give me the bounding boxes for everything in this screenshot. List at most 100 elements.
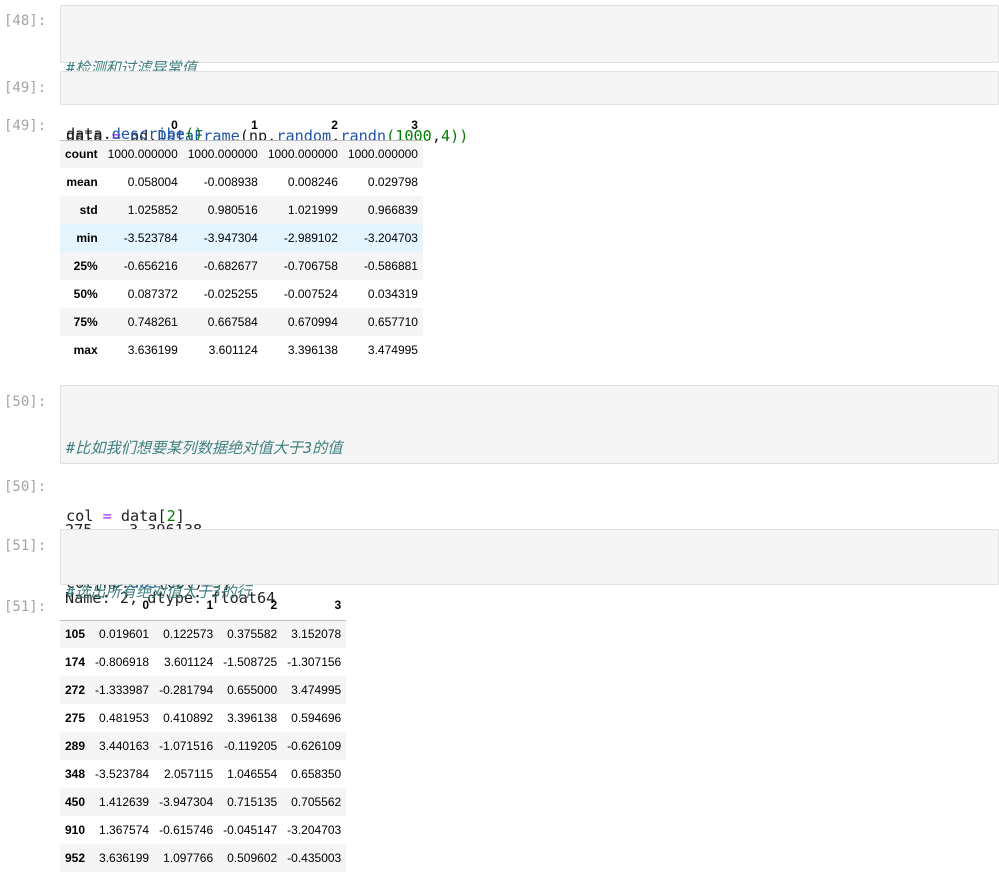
table-cell: -0.682677	[203, 259, 258, 273]
table-cell: -1.071516	[159, 739, 214, 753]
row-index-label: max	[73, 343, 98, 357]
row-index-label: 910	[65, 823, 86, 837]
table-cell: -0.281794	[159, 683, 214, 697]
table-row: 952 3.636199 1.097766 0.509602 -0.435003	[60, 844, 347, 872]
table-cell: -0.656216	[123, 259, 178, 273]
column-header: 1	[182, 110, 263, 141]
table-header-row: 0123	[60, 110, 423, 141]
row-index-label: mean	[66, 175, 98, 189]
table-cell: -0.045147	[223, 823, 278, 837]
table-cell: 1.025852	[127, 203, 178, 217]
row-index-label: 275	[65, 711, 86, 725]
table-cell: 1000.000000	[347, 147, 418, 162]
column-header: 2	[218, 590, 283, 621]
table-cell: -0.435003	[287, 851, 342, 865]
table-cell: 0.667584	[207, 315, 258, 329]
column-header: 0	[102, 110, 183, 141]
table-cell: 3.601124	[163, 655, 214, 669]
table-row: 450 1.412639 -3.947304 0.715135 0.705562	[60, 788, 347, 816]
table-cell: 2.057115	[163, 767, 214, 781]
table-cell: -3.947304	[203, 231, 258, 245]
table-cell: -0.806918	[95, 655, 150, 669]
column-header: 3	[342, 110, 423, 141]
row-index-label: 174	[65, 655, 86, 669]
table-cell: 3.636199	[99, 851, 150, 865]
table-cell: -3.204703	[287, 823, 342, 837]
table-cell: 1.412639	[99, 795, 150, 809]
table-cell: 0.034319	[367, 287, 418, 301]
column-header: 1	[154, 590, 219, 621]
table-row: 50% 0.087372 -0.025255 -0.007524 0.034319	[60, 280, 423, 308]
input-prompt: [51]:	[4, 538, 47, 554]
row-index-label: 348	[65, 767, 86, 781]
column-header: 3	[282, 590, 347, 621]
table-cell: -0.007524	[283, 287, 338, 301]
table-cell: 0.657710	[367, 315, 418, 329]
table-cell: 0.966839	[367, 203, 418, 217]
column-header	[60, 110, 103, 141]
code-editor[interactable]: data.describe()	[60, 71, 999, 143]
row-index-label: 105	[65, 627, 86, 642]
table-cell: 3.152078	[291, 627, 342, 642]
table-cell: 3.601124	[208, 343, 258, 357]
table-cell: 0.008246	[287, 175, 338, 189]
table-cell: 0.658350	[291, 767, 342, 781]
table-cell: 3.396138	[227, 711, 278, 725]
table-row: 910 1.367574 -0.615746 -0.045147 -3.204703	[60, 816, 347, 844]
table-cell: 3.636199	[127, 343, 178, 357]
table-cell: 0.715135	[227, 795, 278, 809]
input-prompt: [50]:	[4, 394, 47, 410]
table-row: min -3.523784 -3.947304 -2.989102 -3.204703	[60, 224, 423, 252]
row-index-label: std	[79, 203, 98, 217]
row-index-label: 952	[65, 851, 86, 865]
input-prompt: [48]:	[4, 13, 47, 29]
table-cell: -3.204703	[363, 231, 418, 245]
table-row: 174 -0.806918 3.601124 -1.508725 -1.307156	[60, 648, 347, 676]
table-cell: -0.706758	[283, 259, 338, 273]
table-row: std 1.025852 0.980516 1.021999 0.966839	[60, 196, 423, 224]
table-cell: -0.119205	[224, 739, 278, 753]
table-cell: 0.705562	[291, 795, 342, 809]
table-cell: 0.058004	[127, 175, 178, 189]
table-cell: -0.615746	[159, 823, 214, 837]
table-cell: 0.410892	[163, 711, 214, 725]
row-index-label: 50%	[73, 287, 98, 301]
table-cell: -1.307156	[287, 655, 342, 669]
table-row: count 1000.000000 1000.000000 1000.000000 10…	[60, 140, 423, 168]
row-index-label: min	[76, 231, 98, 245]
code-editor[interactable]: #比如我们想要某列数据绝对值大于3的值 col = data[2] col[np…	[60, 385, 999, 592]
row-index-label: 450	[65, 795, 86, 809]
output-prompt: [50]:	[4, 479, 47, 495]
row-index-label: 25%	[73, 259, 98, 273]
table-header-row: 0123	[60, 590, 347, 621]
table-cell: 3.474995	[291, 683, 342, 697]
table-cell: 1000.000000	[267, 147, 338, 162]
table-row: 289 3.440163 -1.071516 -0.119205 -0.626109	[60, 732, 347, 760]
table-cell: 0.980516	[207, 203, 258, 217]
table-row: 75% 0.748261 0.667584 0.670994 0.657710	[60, 308, 423, 336]
table-cell: 0.087372	[127, 287, 178, 301]
table-cell: -0.008938	[203, 175, 258, 189]
code-editor[interactable]: #检测和过滤异常值 data = pd.DataFrame(np.random.…	[60, 5, 999, 145]
table-cell: -3.947304	[159, 795, 214, 809]
table-cell: 0.670994	[287, 315, 338, 329]
row-index-label: count	[65, 147, 98, 162]
output-prompt: [49]:	[4, 118, 47, 134]
table-cell: 1.021999	[287, 203, 338, 217]
code-line: #比如我们想要某列数据绝对值大于3的值	[66, 437, 993, 460]
table-cell: 1.046554	[227, 767, 278, 781]
table-cell: 0.748261	[127, 315, 178, 329]
table-row: 348 -3.523784 2.057115 1.046554 0.658350	[60, 760, 347, 788]
table-cell: -2.989102	[283, 231, 338, 245]
table-row: 105 0.019601 0.122573 0.375582 3.152078	[60, 620, 347, 648]
table-row: mean 0.058004 -0.008938 0.008246 0.029798	[60, 168, 423, 196]
table-cell: -0.586881	[363, 259, 418, 273]
table-cell: 1000.000000	[187, 147, 258, 162]
table-cell: 0.122573	[163, 627, 214, 642]
input-prompt: [49]:	[4, 80, 47, 96]
code-comment: #比如我们想要某列数据绝对值大于3的值	[66, 439, 343, 457]
column-header: 0	[90, 590, 155, 621]
table-cell: 0.594696	[291, 711, 342, 725]
table-cell: -0.626109	[287, 739, 342, 753]
code-editor[interactable]: #选出所有绝对值大于3的行 data[(np.abs(data)>3).any(…	[60, 529, 999, 669]
